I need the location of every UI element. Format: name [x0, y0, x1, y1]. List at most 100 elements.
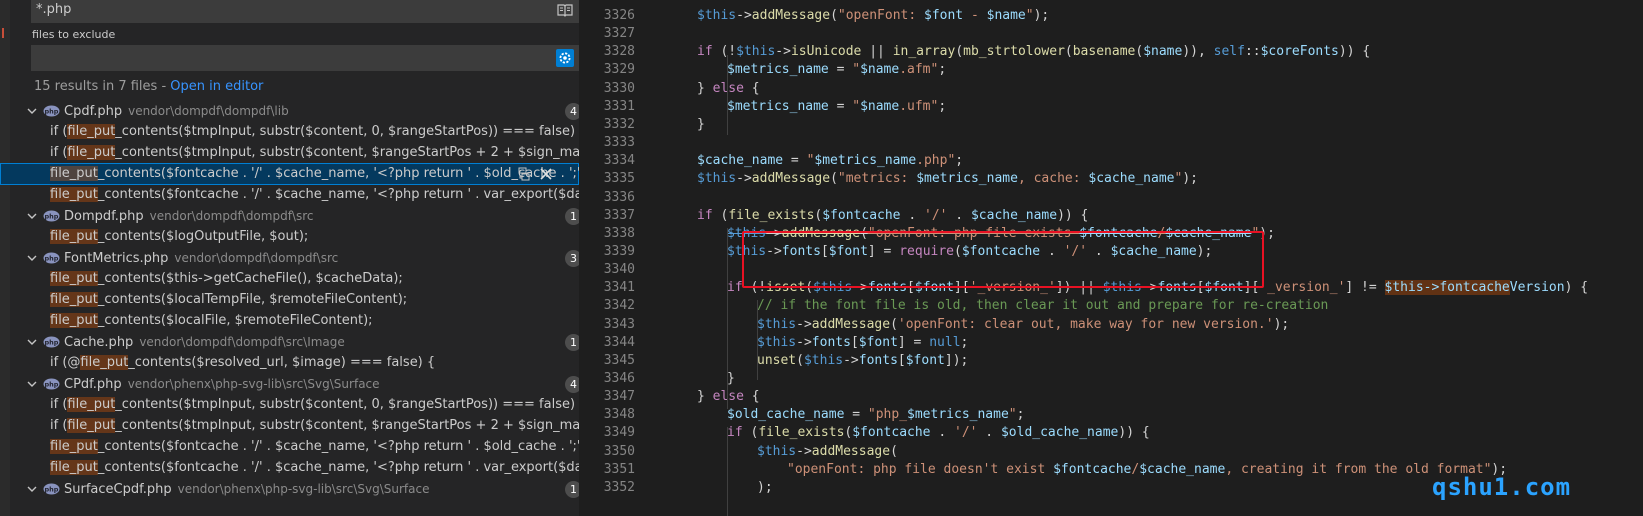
chevron-down-icon[interactable]	[27, 337, 37, 347]
match-result-row[interactable]: file_put_contents($fontcache . '/' . $ca…	[0, 184, 579, 206]
chevron-down-icon[interactable]	[27, 253, 37, 263]
line-number: 3333	[603, 135, 635, 150]
code-token: [	[897, 353, 906, 368]
open-in-editor-link[interactable]: Open in editor	[170, 79, 263, 94]
indent-guide	[727, 55, 728, 135]
code-line[interactable]: 3329 $metrics_name = "$name.afm";	[579, 60, 1643, 79]
code-line[interactable]: 3333	[579, 133, 1643, 152]
code-line[interactable]: 3331 $metrics_name = "$name.ufm";	[579, 97, 1643, 116]
match-result-row[interactable]: if (file_put_contents($tmpInput, substr(…	[0, 121, 579, 143]
code-content: "openFont: php file doesn't exist $fontc…	[787, 460, 1507, 479]
code-line[interactable]: 3335 $this->addMessage("metrics: $metrics…	[579, 169, 1643, 188]
code-line[interactable]: 3349 if (file_exists($fontcache . '/' . $…	[579, 423, 1643, 442]
match-suffix: _contents($fontcache . '/' . $cache_name…	[97, 187, 579, 202]
match-result-row[interactable]: file_put_contents($this->getCacheFile(),…	[0, 268, 579, 290]
code-line[interactable]: 3345 unset($this->fonts[$font]);	[579, 351, 1643, 370]
file-result-row[interactable]: php Cpdf.php vendor\dompdf\dompdf\lib 4	[0, 100, 579, 122]
dismiss-close-icon[interactable]	[538, 166, 554, 182]
book-icon[interactable]	[556, 1, 574, 19]
file-result-row[interactable]: php Dompdf.php vendor\dompdf\dompdf\src 1	[0, 205, 579, 227]
match-line: if (file_put_contents($tmpInput, substr(…	[50, 415, 579, 437]
chevron-down-icon[interactable]	[27, 379, 37, 389]
match-suffix: _contents($fontcache . '/' . $cache_name…	[97, 460, 579, 475]
code-line[interactable]: 3337 if (file_exists($fontcache . '/' . $…	[579, 206, 1643, 225]
code-token: (	[890, 444, 898, 459]
code-content: $this->fonts[$font] = null;	[757, 333, 968, 352]
php-file-icon: php	[43, 252, 60, 264]
chevron-down-icon[interactable]	[27, 106, 37, 116]
file-result-row[interactable]: php FontMetrics.php vendor\dompdf\dompdf\s…	[0, 247, 579, 269]
chevron-down-icon[interactable]	[27, 211, 37, 221]
file-result-row[interactable]: php CPdf.php vendor\phenx\php-svg-lib\src\…	[0, 373, 579, 395]
code-token: [	[850, 335, 859, 350]
code-token: mb_strtolower	[963, 44, 1065, 59]
match-result-row[interactable]: file_put_contents($logOutputFile, $out);	[0, 226, 579, 248]
line-number: 3347	[603, 389, 635, 404]
code-line[interactable]: 3342 // if the font file is old, then cle…	[579, 296, 1643, 315]
code-line[interactable]: 3347} else {	[579, 387, 1643, 406]
match-result-row[interactable]: if (file_put_contents($tmpInput, substr(…	[0, 142, 579, 164]
code-token: ->	[796, 317, 812, 332]
match-count-badge: 4	[565, 376, 579, 393]
code-token: $this	[736, 44, 776, 59]
code-line[interactable]: 3336	[579, 188, 1643, 207]
match-result-row[interactable]: file_put_contents($fontcache . '/' . $ca…	[0, 163, 579, 185]
match-line: if (file_put_contents($tmpInput, substr(…	[50, 121, 579, 143]
code-token: {	[743, 81, 760, 96]
results-count-text: 15 results in 7 files -	[34, 79, 171, 94]
match-result-row[interactable]: if (file_put_contents($tmpInput, substr(…	[0, 415, 579, 437]
code-token: ] !=	[1345, 280, 1385, 295]
file-path: vendor\dompdf\dompdf\src	[174, 251, 339, 265]
code-token: .php"	[916, 153, 956, 168]
code-line[interactable]: 3332}	[579, 115, 1643, 134]
code-token: $cache_name	[697, 153, 784, 168]
match-result-row[interactable]: file_put_contents($fontcache . '/' . $ca…	[0, 436, 579, 458]
files-to-exclude-input[interactable]	[31, 45, 579, 71]
match-result-row[interactable]: file_put_contents($fontcache . '/' . $ca…	[0, 457, 579, 479]
match-line: file_put_contents($fontcache . '/' . $ca…	[50, 436, 579, 458]
code-token: ;	[955, 153, 964, 168]
code-token: (!	[712, 44, 737, 59]
code-token: file_exists	[758, 425, 845, 440]
code-token: file_exists	[728, 208, 815, 223]
code-line[interactable]: 3326 $this->addMessage("openFont: $font -…	[579, 6, 1643, 25]
match-line: file_put_contents($localFile, $remoteFil…	[50, 310, 373, 332]
code-token: else	[712, 81, 744, 96]
code-content: }	[697, 115, 705, 134]
match-count-badge: 3	[565, 250, 579, 267]
svg-text:php: php	[45, 108, 59, 116]
code-line[interactable]: 3334 $cache_name = "$metrics_name.php";	[579, 151, 1643, 170]
line-number: 3331	[603, 99, 635, 114]
file-result-row[interactable]: php Cache.php vendor\dompdf\dompdf\src\Ima…	[0, 331, 579, 353]
match-result-row[interactable]: file_put_contents($localTempFile, $remot…	[0, 289, 579, 311]
code-token: "openFont:	[837, 8, 924, 23]
chevron-down-icon[interactable]	[27, 484, 37, 494]
code-line[interactable]: 3343 $this->addMessage('openFont: clear o…	[579, 315, 1643, 334]
code-token: )) {	[1118, 425, 1150, 440]
replace-all-icon[interactable]	[516, 166, 532, 182]
line-number: 3342	[603, 298, 635, 313]
code-line[interactable]: 3350 $this->addMessage(	[579, 442, 1643, 461]
code-token: (	[830, 8, 838, 23]
code-line[interactable]: 3346}	[579, 369, 1643, 388]
code-token: =	[828, 62, 853, 77]
file-result-row[interactable]: php SurfaceCpdf.php vendor\phenx\php-svg-l…	[0, 478, 579, 500]
match-result-row[interactable]: file_put_contents($localFile, $remoteFil…	[0, 310, 579, 332]
line-number: 3327	[603, 26, 635, 41]
code-content: }	[727, 369, 735, 388]
match-suffix: _contents($tmpInput, substr($content, $r…	[115, 145, 579, 160]
code-token: }	[727, 371, 735, 386]
file-path: vendor\phenx\php-svg-lib\src\Svg\Surface	[177, 482, 430, 496]
match-result-row[interactable]: if (@file_put_contents($resolved_url, $i…	[0, 352, 579, 374]
code-line[interactable]: 3348 $old_cache_name = "php_$metrics_name…	[579, 405, 1643, 424]
code-line[interactable]: 3330} else {	[579, 79, 1643, 98]
file-path: vendor\phenx\php-svg-lib\src\Svg\Surface	[127, 377, 380, 391]
files-to-include-input[interactable]: *.php	[31, 0, 579, 23]
match-result-row[interactable]: if (file_put_contents($tmpInput, substr(…	[0, 394, 579, 416]
code-line[interactable]: 3328 if (!$this->isUnicode || in_array(mb…	[579, 42, 1643, 61]
settings-gear-icon[interactable]	[556, 49, 574, 67]
code-line[interactable]: 3344 $this->fonts[$font] = null;	[579, 333, 1643, 352]
code-content: $this->addMessage(	[757, 442, 898, 461]
code-token: }	[697, 81, 713, 96]
code-line[interactable]: 3327	[579, 24, 1643, 43]
